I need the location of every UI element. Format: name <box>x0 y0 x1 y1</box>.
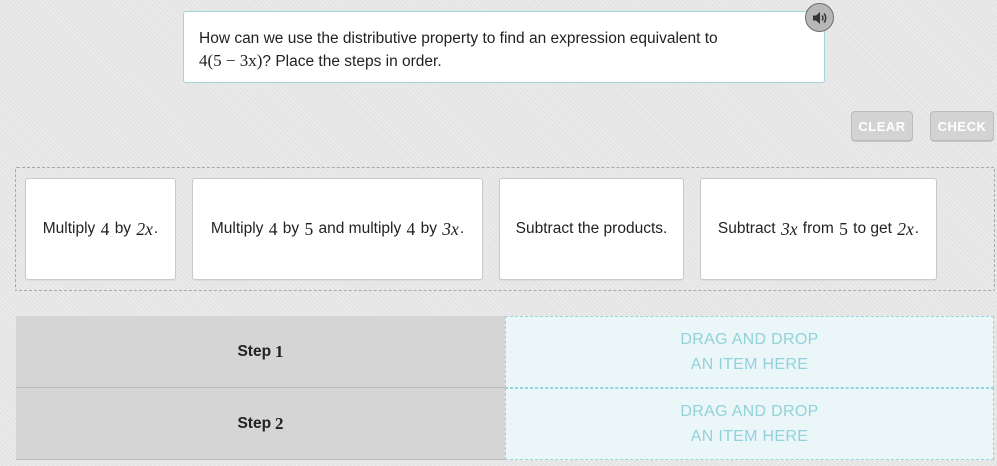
step-label: Step 1 <box>16 316 505 388</box>
clear-button[interactable]: CLEAR <box>851 111 913 141</box>
prompt-text-after: ? Place the steps in order. <box>262 53 442 70</box>
draggable-card[interactable]: Subtract 3x from 5 to get 2x. <box>700 178 937 280</box>
question-prompt: How can we use the distributive property… <box>183 11 825 83</box>
drop-zone-step-2[interactable]: DRAG AND DROP AN ITEM HERE <box>505 388 994 460</box>
prompt-text: How can we use the distributive property… <box>199 30 718 47</box>
drop-zone-step-1[interactable]: DRAG AND DROP AN ITEM HERE <box>505 316 994 388</box>
draggable-card[interactable]: Multiply 4 by 2x. <box>25 178 176 280</box>
audio-button[interactable] <box>805 3 834 32</box>
speaker-icon <box>812 11 826 24</box>
check-button[interactable]: CHECK <box>930 111 994 141</box>
draggable-card[interactable]: Multiply 4 by 5 and multiply 4 by 3x. <box>192 178 483 280</box>
draggable-card[interactable]: Subtract the products. <box>499 178 684 280</box>
prompt-expression: 4(5 − 3x) <box>199 51 263 70</box>
step-label: Step 2 <box>16 388 505 460</box>
